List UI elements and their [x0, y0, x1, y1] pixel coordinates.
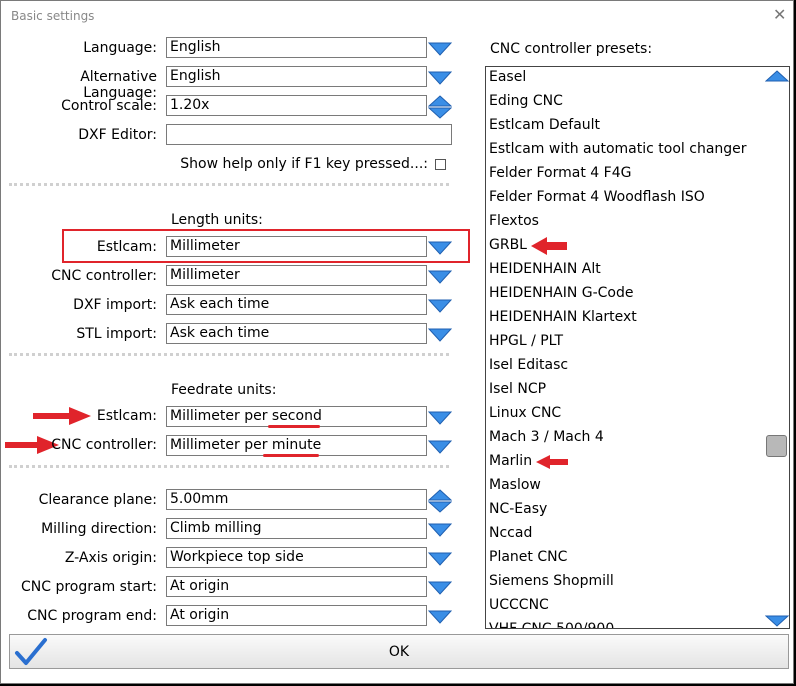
program-end-label: CNC program end: [27, 608, 157, 624]
clearance-plane-input[interactable]: 5.00mm [166, 489, 427, 510]
milling-direction-label: Milling direction: [41, 521, 157, 537]
dxf-editor-label: DXF Editor: [78, 127, 157, 143]
feed-cnc-label: CNC controller: [51, 437, 157, 453]
preset-item[interactable]: Mach 3 / Mach 4 [489, 429, 604, 445]
window-title: Basic settings [11, 9, 95, 23]
control-scale-label: Control scale: [61, 98, 157, 114]
preset-item[interactable]: HEIDENHAIN Klartext [489, 309, 637, 325]
preset-item[interactable]: Planet CNC [489, 549, 567, 565]
preset-item[interactable]: Isel Editasc [489, 357, 568, 373]
preset-item[interactable]: Felder Format 4 F4G [489, 165, 631, 181]
preset-item[interactable]: Easel [489, 69, 526, 85]
program-start-label: CNC program start: [20, 579, 157, 595]
preset-item[interactable]: Eding CNC [489, 93, 563, 109]
scroll-down-icon[interactable] [765, 615, 789, 627]
red-arrow-icon [536, 455, 568, 469]
z-axis-origin-select[interactable]: Workpiece top side [166, 547, 427, 568]
preset-item[interactable]: Marlin [489, 453, 532, 469]
dxf-import-label: DXF import: [73, 297, 157, 313]
z-axis-origin-label: Z-Axis origin: [64, 550, 157, 566]
program-end-select[interactable]: At origin [166, 605, 427, 626]
control-scale-input[interactable]: 1.20x [166, 95, 427, 116]
scrollbar-thumb[interactable] [766, 435, 787, 457]
preset-item[interactable]: HEIDENHAIN G-Code [489, 285, 634, 301]
presets-list[interactable]: Easel Eding CNC Estlcam Default Estlcam wit… [485, 66, 790, 629]
stl-import-label: STL import: [76, 326, 157, 342]
preset-item[interactable]: VHF CNC 500/900 [489, 621, 614, 628]
length-cnc-label: CNC controller: [51, 268, 157, 284]
scroll-up-icon[interactable] [765, 70, 789, 82]
basic-settings-dialog: Basic settings ✕ Language: English Alter… [0, 0, 794, 684]
clearance-plane-spinner-icon[interactable] [428, 489, 452, 513]
preset-item[interactable]: Estlcam Default [489, 117, 600, 133]
dxf-import-select[interactable]: Ask each time [166, 294, 427, 315]
divider [9, 465, 449, 468]
feed-cnc-dropdown-icon[interactable] [428, 440, 452, 454]
feed-estlcam-dropdown-icon[interactable] [428, 411, 452, 425]
underline-mark [263, 454, 319, 457]
preset-item[interactable]: Nccad [489, 525, 532, 541]
preset-item[interactable]: Linux CNC [489, 405, 561, 421]
feed-estlcam-label: Estlcam: [96, 408, 157, 424]
program-end-dropdown-icon[interactable] [428, 610, 452, 624]
preset-item[interactable]: Flextos [489, 213, 539, 229]
language-label: Language: [83, 40, 157, 56]
language-dropdown-icon[interactable] [428, 42, 452, 56]
milling-direction-select[interactable]: Climb milling [166, 518, 427, 539]
stl-import-dropdown-icon[interactable] [428, 328, 452, 342]
preset-item[interactable]: HEIDENHAIN Alt [489, 261, 601, 277]
alt-language-dropdown-icon[interactable] [428, 71, 452, 85]
language-select[interactable]: English [166, 37, 427, 58]
length-cnc-dropdown-icon[interactable] [428, 270, 452, 284]
preset-item[interactable]: Isel NCP [489, 381, 546, 397]
highlight-box [62, 229, 470, 263]
close-icon[interactable]: ✕ [773, 5, 786, 24]
control-scale-spinner-icon[interactable] [428, 95, 452, 119]
help-f1-label: Show help only if F1 key pressed...: [180, 156, 428, 172]
preset-item[interactable]: UCCCNC [489, 597, 549, 613]
feed-cnc-select[interactable]: Millimeter per minute [166, 435, 427, 456]
divider [9, 353, 449, 356]
alt-language-label: Alternative Language: [80, 69, 157, 101]
title-bar: Basic settings ✕ [1, 1, 793, 31]
underline-mark [268, 425, 320, 428]
presets-label: CNC controller presets: [490, 41, 653, 57]
alt-language-select[interactable]: English [166, 66, 427, 87]
preset-item[interactable]: Siemens Shopmill [489, 573, 614, 589]
dxf-import-dropdown-icon[interactable] [428, 299, 452, 313]
feedrate-units-heading: Feedrate units: [171, 382, 277, 398]
preset-item[interactable]: Felder Format 4 Woodflash ISO [489, 189, 705, 205]
ok-button[interactable]: OK [9, 634, 789, 669]
program-start-dropdown-icon[interactable] [428, 581, 452, 595]
help-f1-checkbox[interactable] [435, 159, 446, 170]
clearance-plane-label: Clearance plane: [38, 492, 157, 508]
preset-item[interactable]: NC-Easy [489, 501, 547, 517]
length-units-heading: Length units: [171, 212, 263, 228]
dxf-editor-input[interactable] [166, 124, 452, 145]
ok-label: OK [388, 644, 410, 660]
preset-item[interactable]: Estlcam with automatic tool changer [489, 141, 747, 157]
divider [9, 183, 449, 186]
program-start-select[interactable]: At origin [166, 576, 427, 597]
preset-item[interactable]: GRBL [489, 237, 527, 253]
z-axis-origin-dropdown-icon[interactable] [428, 552, 452, 566]
length-cnc-select[interactable]: Millimeter [166, 265, 427, 286]
preset-item[interactable]: Maslow [489, 477, 541, 493]
feed-estlcam-select[interactable]: Millimeter per second [166, 406, 427, 427]
stl-import-select[interactable]: Ask each time [166, 323, 427, 344]
preset-item[interactable]: HPGL / PLT [489, 333, 563, 349]
red-arrow-icon [531, 237, 567, 255]
milling-direction-dropdown-icon[interactable] [428, 523, 452, 537]
